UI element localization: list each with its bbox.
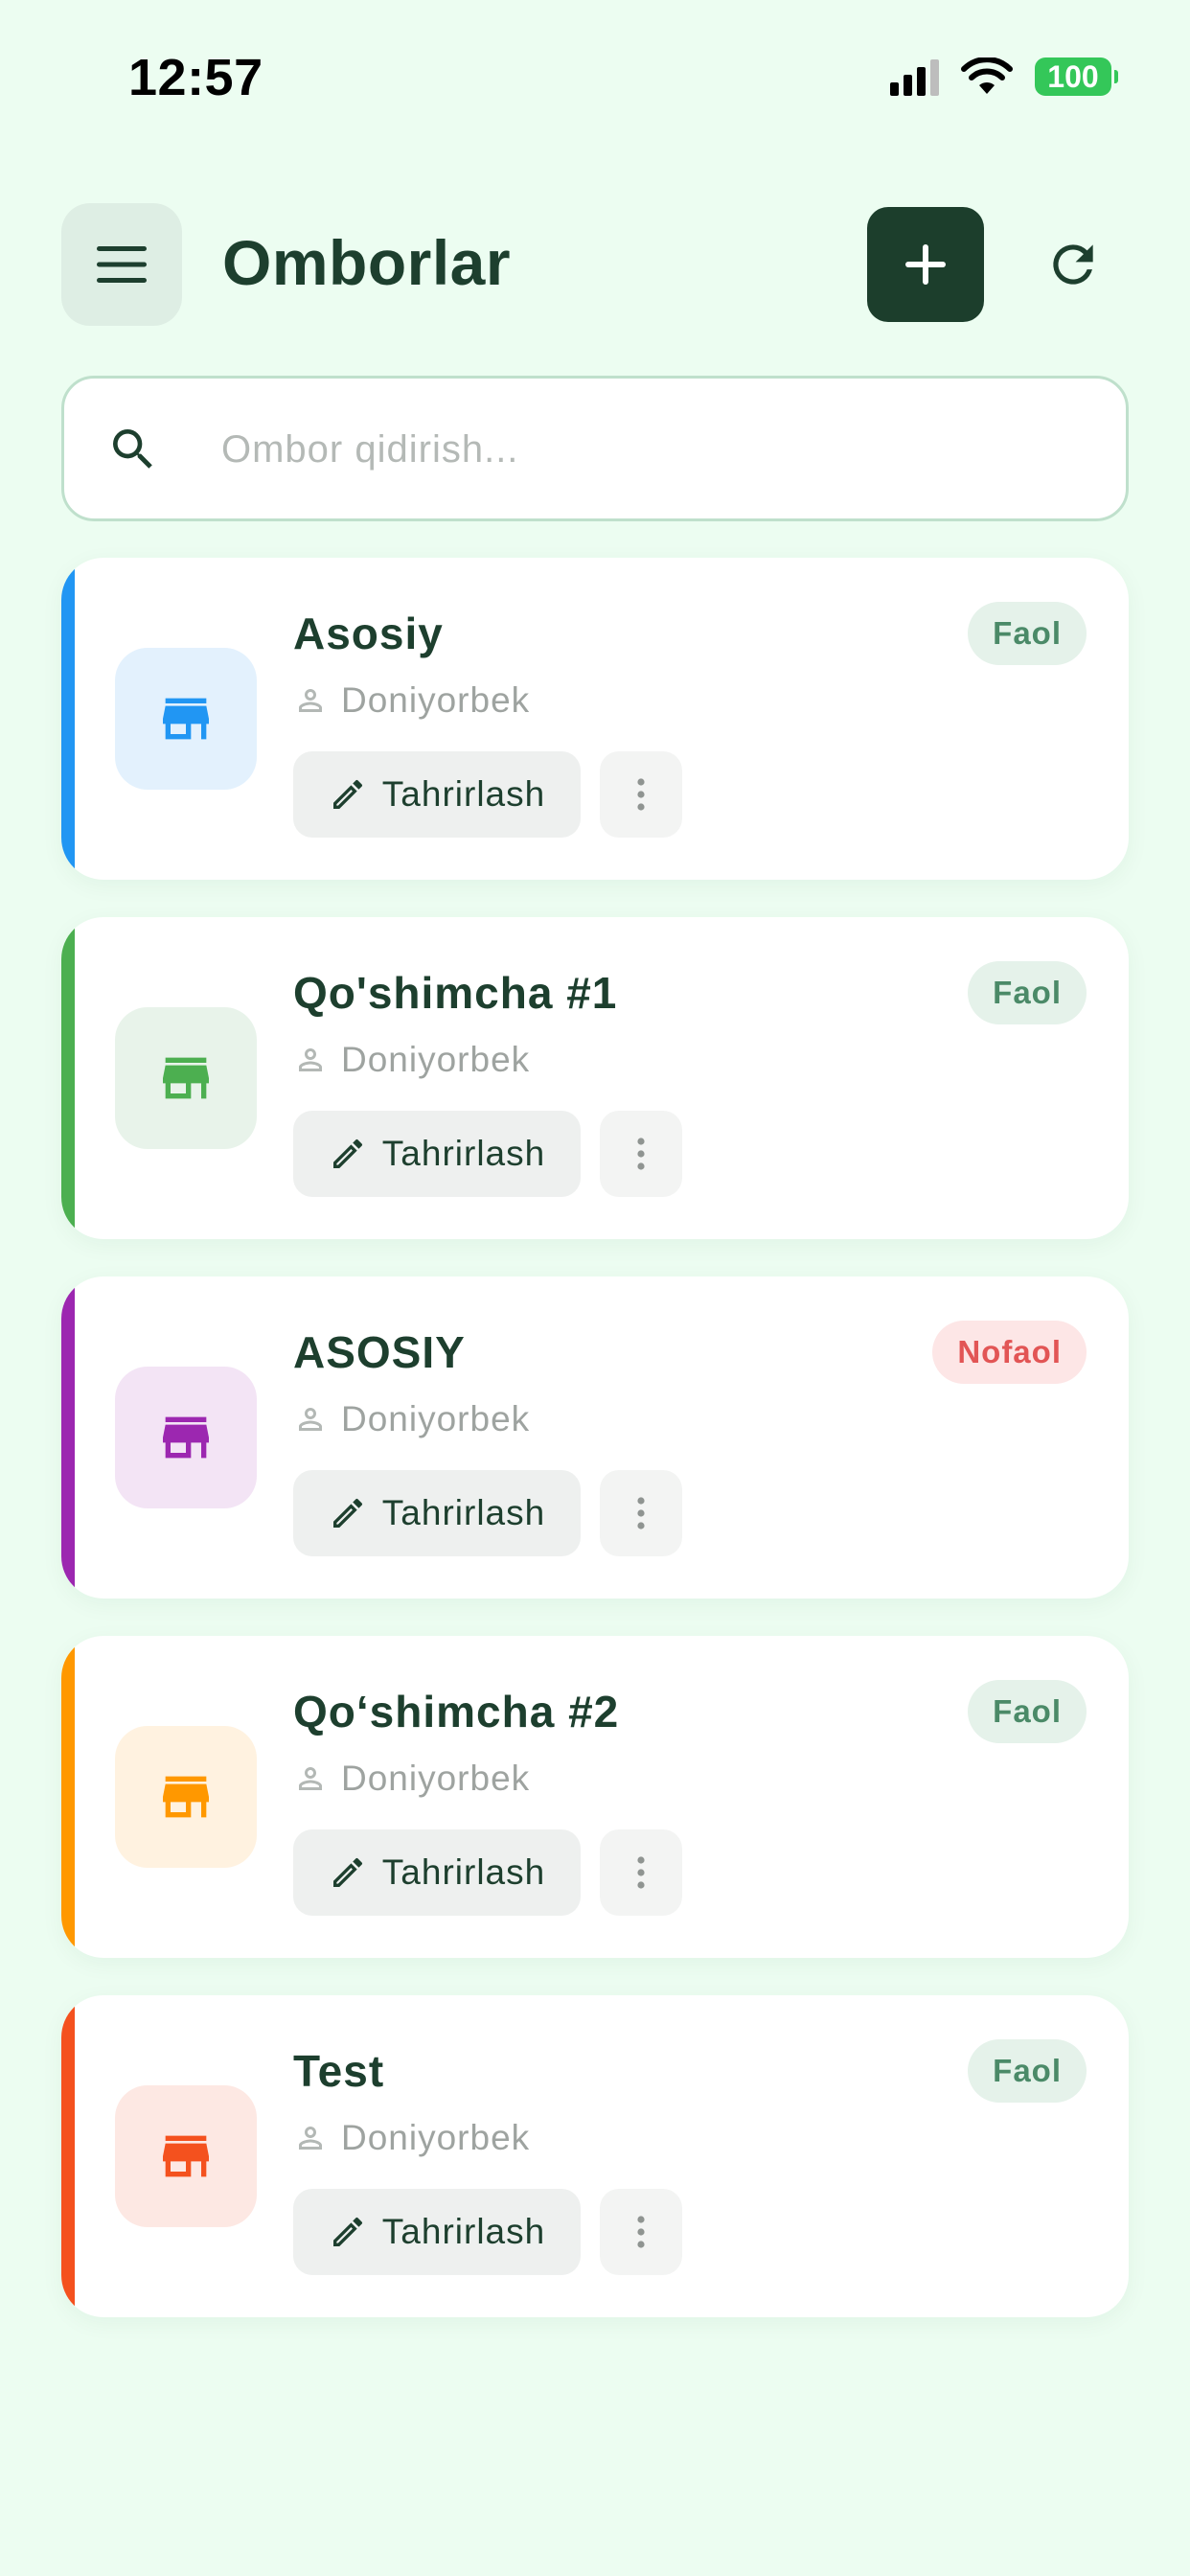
warehouse-name: Test: [293, 2046, 385, 2096]
more-vertical-icon: [637, 778, 645, 811]
warehouse-card[interactable]: Qo'shimcha #1 Doniyorbek Faol Tahrirlash: [61, 917, 1129, 1239]
add-warehouse-button[interactable]: [867, 207, 984, 322]
search-input[interactable]: [221, 407, 1084, 492]
person-icon: [299, 689, 322, 712]
refresh-button[interactable]: [1025, 217, 1121, 312]
edit-button[interactable]: Tahrirlash: [293, 1111, 581, 1197]
more-options-button[interactable]: [600, 751, 682, 838]
card-accent-bar: [61, 917, 75, 1239]
plus-icon: [905, 244, 946, 285]
store-icon: [163, 1776, 209, 1818]
person-icon: [299, 1048, 322, 1071]
warehouse-card[interactable]: Asosiy Doniyorbek Faol Tahrirlash: [61, 558, 1129, 880]
store-icon: [163, 698, 209, 740]
page-title: Omborlar: [222, 227, 512, 298]
more-vertical-icon: [637, 1138, 645, 1170]
edit-button[interactable]: Tahrirlash: [293, 1829, 581, 1916]
warehouse-name: Asosiy: [293, 609, 444, 658]
status-indicators: 100: [890, 58, 1118, 96]
more-vertical-icon: [637, 1497, 645, 1530]
status-badge: Faol: [968, 2039, 1087, 2103]
more-options-button[interactable]: [600, 2189, 682, 2275]
warehouse-owner: Doniyorbek: [293, 677, 530, 724]
store-icon: [163, 2135, 209, 2177]
edit-button-label: Tahrirlash: [381, 774, 546, 814]
battery-icon: 100: [1035, 58, 1118, 96]
app-header: Omborlar: [61, 203, 1129, 326]
warehouse-owner: Doniyorbek: [293, 1395, 530, 1443]
pencil-icon: [332, 779, 362, 809]
edit-button-label: Tahrirlash: [381, 1852, 546, 1892]
owner-name: Doniyorbek: [341, 2118, 531, 2157]
menu-icon: [97, 246, 147, 283]
edit-button[interactable]: Tahrirlash: [293, 1470, 581, 1556]
pencil-icon: [332, 1857, 362, 1887]
status-bar: 12:57 100: [0, 0, 1190, 144]
refresh-icon: [1053, 244, 1093, 285]
warehouse-owner: Doniyorbek: [293, 1755, 530, 1803]
more-options-button[interactable]: [600, 1829, 682, 1916]
card-accent-bar: [61, 558, 75, 880]
menu-button[interactable]: [61, 203, 182, 326]
status-time: 12:57: [128, 49, 263, 106]
warehouse-name: ASOSIY: [293, 1327, 466, 1377]
person-icon: [299, 1767, 322, 1790]
edit-button-label: Tahrirlash: [381, 1134, 546, 1173]
warehouse-card[interactable]: Test Doniyorbek Faol Tahrirlash: [61, 1995, 1129, 2317]
card-accent-bar: [61, 1995, 75, 2317]
warehouse-name: Qoʻshimcha #2: [293, 1687, 620, 1736]
edit-button-label: Tahrirlash: [381, 1493, 546, 1532]
edit-button[interactable]: Tahrirlash: [293, 2189, 581, 2275]
wifi-icon: [961, 58, 1013, 94]
warehouse-card[interactable]: ASOSIY Doniyorbek Nofaol Tahrirlash: [61, 1276, 1129, 1598]
warehouse-icon-box: [115, 1726, 257, 1868]
warehouse-icon-box: [115, 1007, 257, 1149]
cellular-signal-icon: [890, 58, 939, 96]
warehouse-owner: Doniyorbek: [293, 2114, 530, 2162]
pencil-icon: [332, 1498, 362, 1528]
card-accent-bar: [61, 1636, 75, 1958]
warehouse-icon-box: [115, 2085, 257, 2227]
owner-name: Doniyorbek: [341, 1040, 531, 1079]
owner-name: Doniyorbek: [341, 1759, 531, 1798]
status-badge: Nofaol: [932, 1321, 1087, 1384]
status-badge: Faol: [968, 1680, 1087, 1743]
search-bar: [61, 376, 1129, 521]
pencil-icon: [332, 2217, 362, 2246]
person-icon: [299, 1408, 322, 1431]
status-badge: Faol: [968, 602, 1087, 665]
store-icon: [163, 1416, 209, 1459]
warehouse-icon-box: [115, 648, 257, 790]
more-options-button[interactable]: [600, 1470, 682, 1556]
warehouse-name: Qo'shimcha #1: [293, 968, 618, 1018]
more-options-button[interactable]: [600, 1111, 682, 1197]
owner-name: Doniyorbek: [341, 680, 531, 720]
more-vertical-icon: [637, 2216, 645, 2248]
pencil-icon: [332, 1138, 362, 1168]
more-vertical-icon: [637, 1856, 645, 1889]
status-badge: Faol: [968, 961, 1087, 1024]
warehouse-card[interactable]: Qoʻshimcha #2 Doniyorbek Faol Tahrirlash: [61, 1636, 1129, 1958]
card-accent-bar: [61, 1276, 75, 1598]
warehouse-owner: Doniyorbek: [293, 1036, 530, 1084]
owner-name: Doniyorbek: [341, 1399, 531, 1438]
person-icon: [299, 2127, 322, 2150]
search-icon: [113, 429, 152, 469]
store-icon: [163, 1057, 209, 1099]
edit-button-label: Tahrirlash: [381, 2212, 546, 2251]
warehouse-icon-box: [115, 1367, 257, 1508]
edit-button[interactable]: Tahrirlash: [293, 751, 581, 838]
